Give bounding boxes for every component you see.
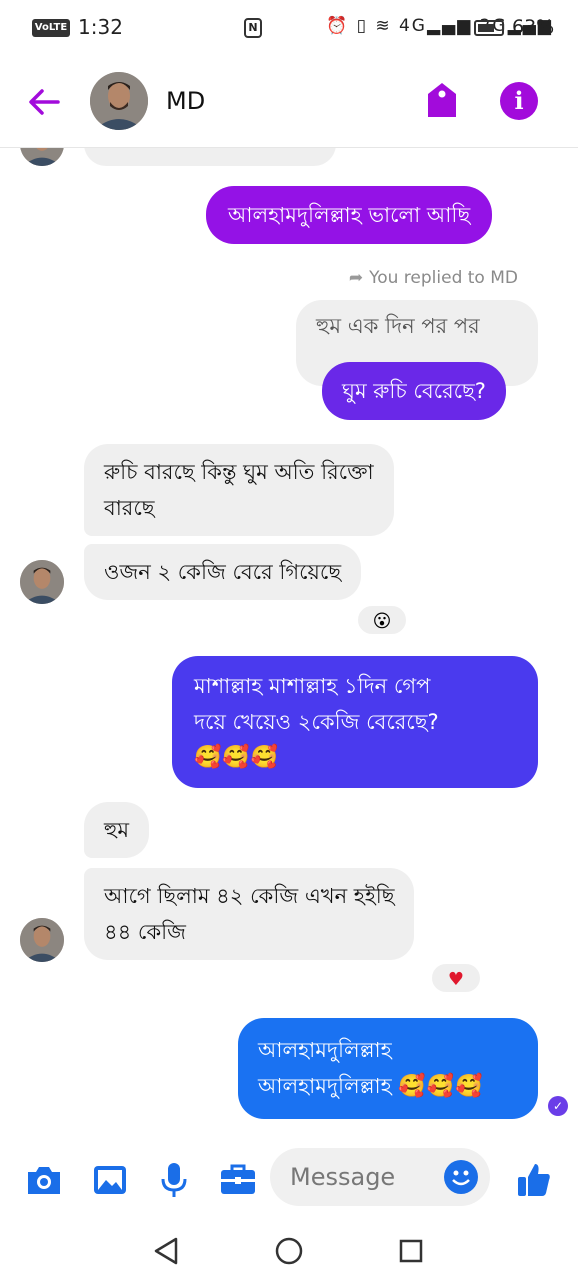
avatar	[20, 148, 64, 166]
avatar[interactable]	[20, 918, 64, 962]
message-bubble-received[interactable]: ওজন ২ কেজি বেরে গিয়েছে	[84, 544, 362, 600]
seen-check-icon: ✓	[548, 1096, 568, 1116]
microphone-icon[interactable]	[154, 1160, 194, 1200]
replied-note: ➦ You replied to MD	[349, 268, 518, 288]
back-triangle-icon[interactable]	[152, 1236, 180, 1266]
message-text: দয়ে খেয়েও ২কেজি বেরেছে?	[194, 710, 439, 734]
smiling-hearts-emoji-icon: 🥰🥰🥰	[194, 745, 280, 770]
contact-name[interactable]: MD	[166, 87, 205, 115]
reaction-badge[interactable]: ♥	[430, 962, 482, 994]
person-photo-icon	[20, 148, 64, 166]
battery-icon	[474, 20, 504, 36]
volte-indicator: VoLTE 1	[32, 19, 70, 51]
person-photo-icon	[20, 918, 64, 962]
battery-percent: 63%	[512, 16, 555, 38]
quoted-message-text: হুম এক দিন পর পর	[316, 314, 480, 338]
tag-icon[interactable]	[424, 80, 460, 120]
heart-icon: ♥	[447, 969, 465, 990]
status-bar: VoLTE 1 1:32 N ⏰ ▯ ≋ 4G▂▄▆ 2G▂▄▆ 63%	[0, 0, 578, 56]
message-bubble-sent[interactable]: আলহামদুলিল্লাহ ভালো আছি	[206, 186, 493, 244]
toolbox-icon[interactable]	[218, 1160, 258, 1200]
reply-arrow-icon: ➦	[348, 268, 364, 288]
smiling-hearts-emoji-icon: 🥰🥰🥰	[398, 1074, 484, 1099]
status-time: 1:32	[78, 15, 123, 39]
person-photo-icon	[20, 560, 64, 604]
info-icon[interactable]: i	[500, 82, 538, 120]
message-text: ওজন ২ কেজি বেরে গিয়েছে	[104, 560, 342, 584]
system-nav-bar	[0, 1226, 578, 1280]
message-bubble-received[interactable]: রুচি বারছে কিন্তু ঘুম অতি রিক্তো বারছে	[84, 444, 394, 536]
home-circle-icon[interactable]	[274, 1236, 304, 1266]
camera-icon[interactable]	[24, 1160, 64, 1200]
message-bubble-sent[interactable]: ঘুম রুচি বেরেছে?	[322, 362, 506, 420]
person-photo-icon	[90, 72, 148, 130]
composer-bar	[0, 1130, 578, 1226]
messenger-screen: VoLTE 1 1:32 N ⏰ ▯ ≋ 4G▂▄▆ 2G▂▄▆ 63% MD …	[0, 0, 578, 1280]
message-text: ৪৪ কেজি	[104, 920, 186, 944]
reaction-badge[interactable]: 😮	[356, 604, 408, 636]
message-bubble-received[interactable]: আগে ছিলাম ৪২ কেজি এখন হইছি ৪৪ কেজি	[84, 868, 415, 960]
message-text: ঘুম রুচি বেরেছে?	[342, 379, 486, 403]
message-text: হুম	[104, 818, 130, 842]
recents-square-icon[interactable]	[398, 1238, 424, 1264]
message-bubble-partial	[84, 148, 336, 166]
nfc-icon: N	[244, 18, 262, 38]
avatar[interactable]	[20, 560, 64, 604]
gallery-icon[interactable]	[90, 1160, 130, 1200]
message-text: আলহামদুলিল্লাহ ভালো আছি	[228, 203, 471, 227]
surprised-emoji-icon: 😮	[372, 611, 392, 632]
avatar[interactable]	[90, 72, 148, 130]
arrow-left-icon[interactable]	[24, 82, 64, 122]
conversation-header: MD i	[0, 56, 578, 148]
message-text: আলহামদুলিল্লাহ	[258, 1038, 392, 1062]
thumbs-up-icon[interactable]	[514, 1160, 554, 1200]
message-text: আলহামদুলিল্লাহ 🥰🥰🥰	[258, 1074, 484, 1099]
replied-note-text: You replied to MD	[369, 268, 518, 288]
message-bubble-sent[interactable]: আলহামদুলিল্লাহ আলহামদুলিল্লাহ 🥰🥰🥰	[238, 1018, 538, 1119]
message-text: আগে ছিলাম ৪২ কেজি এখন হইছি	[104, 884, 395, 908]
message-bubble-received[interactable]: হুম	[84, 802, 150, 858]
message-text: বারছে	[104, 496, 155, 520]
message-list[interactable]: আলহামদুলিল্লাহ ভালো আছি ➦ You replied to …	[0, 148, 578, 1130]
message-text: মাশাল্লাহ মাশাল্লাহ ১দিন গেপ	[194, 674, 431, 698]
message-bubble-sent[interactable]: মাশাল্লাহ মাশাল্লাহ ১দিন গেপ দয়ে খেয়েও…	[172, 656, 538, 788]
message-text: রুচি বারছে কিন্তু ঘুম অতি রিক্তো	[104, 460, 374, 484]
emoji-icon[interactable]	[444, 1160, 478, 1194]
